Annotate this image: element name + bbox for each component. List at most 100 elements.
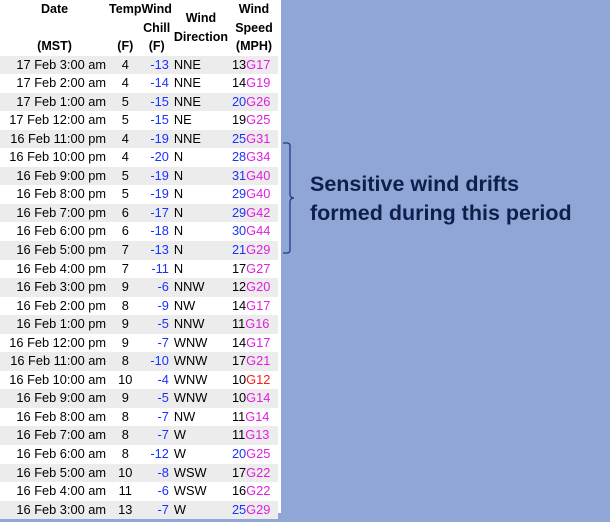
table-row: 17 Feb 3:00 am 4 -13 NNE 13G17 — [0, 55, 278, 75]
header-speed-line2: Speed — [235, 20, 273, 35]
wind-speed-value: 31 — [231, 167, 247, 183]
cell-wind-speed: 17G22 — [229, 463, 278, 483]
cell-date: 16 Feb 6:00 pm — [0, 222, 110, 241]
cell-wind-direction: N — [171, 148, 230, 167]
cell-wind-speed: 10G14 — [229, 389, 278, 408]
cell-wind-chill: -19 — [141, 166, 172, 186]
header-temp: Temp (F) — [109, 0, 141, 56]
cell-date: 16 Feb 5:00 pm — [0, 240, 110, 260]
wind-speed-value: 28 — [231, 149, 247, 165]
cell-wind-direction: N — [171, 166, 230, 186]
cell-wind-speed: 14G19 — [229, 74, 278, 93]
cell-temp: 5 — [109, 92, 142, 112]
cell-wind-direction: WNW — [171, 370, 230, 390]
cell-wind-direction: N — [171, 240, 230, 260]
cell-date: 16 Feb 11:00 am — [0, 352, 110, 371]
cell-wind-direction: WSW — [171, 482, 230, 501]
cell-temp: 8 — [109, 407, 142, 427]
cell-temp: 9 — [109, 278, 142, 297]
cell-wind-chill: -6 — [141, 278, 172, 297]
cell-date: 16 Feb 10:00 pm — [0, 148, 110, 167]
wind-gust-value: G27 — [246, 260, 271, 276]
wind-speed-value: 17 — [231, 260, 247, 276]
wind-gust-value: G26 — [246, 93, 271, 109]
table-row: 16 Feb 6:00 am 8 -12 W 20G25 — [0, 444, 278, 464]
cell-wind-chill: -6 — [141, 482, 172, 501]
cell-wind-direction: WNW — [171, 333, 230, 353]
wind-gust-value: G17 — [246, 334, 271, 350]
header-temp-line2 — [109, 19, 141, 38]
header-wind-direction: Wind Direction — [172, 0, 230, 56]
cell-date: 16 Feb 9:00 pm — [0, 166, 110, 186]
cell-date: 16 Feb 7:00 am — [0, 426, 110, 445]
wind-speed-value: 19 — [231, 112, 247, 128]
cell-wind-chill: -7 — [141, 407, 172, 427]
annotation-callout: Sensitive wind drifts formed during this… — [310, 170, 606, 228]
cell-wind-speed: 11G13 — [229, 426, 278, 445]
cell-date: 16 Feb 1:00 pm — [0, 315, 110, 334]
header-wind-chill: Wind Chill (F) — [141, 0, 171, 56]
cell-wind-speed: 29G42 — [229, 203, 278, 223]
annotation-line-2: formed during this period — [310, 201, 572, 225]
cell-wind-chill: -13 — [141, 240, 172, 260]
header-date-line2 — [0, 19, 109, 38]
header-chill-line1: Wind — [141, 2, 172, 16]
cell-wind-chill: -7 — [141, 500, 172, 520]
cell-date: 17 Feb 2:00 am — [0, 74, 110, 93]
cell-wind-speed: 13G17 — [229, 55, 278, 75]
cell-date: 16 Feb 5:00 am — [0, 463, 110, 483]
cell-wind-direction: NE — [171, 111, 230, 130]
wind-speed-value: 11 — [231, 316, 246, 332]
cell-wind-speed: 28G34 — [229, 148, 278, 167]
wind-speed-value: 17 — [231, 353, 247, 369]
cell-wind-speed: 14G17 — [229, 296, 278, 316]
wind-gust-value: G40 — [246, 186, 271, 202]
wind-speed-value: 13 — [231, 56, 247, 72]
cell-wind-speed: 29G40 — [229, 185, 278, 204]
cell-wind-direction: NNW — [171, 315, 230, 334]
cell-wind-speed: 25G31 — [229, 129, 278, 149]
cell-date: 16 Feb 10:00 am — [0, 370, 110, 390]
table-row: 16 Feb 4:00 pm 7 -11 N 17G27 — [0, 259, 278, 279]
table-row: 16 Feb 8:00 pm 5 -19 N 29G40 — [0, 185, 278, 204]
wind-speed-value: 12 — [231, 279, 247, 295]
cell-temp: 11 — [109, 482, 142, 501]
cell-wind-chill: -9 — [141, 296, 172, 316]
table-row: 17 Feb 1:00 am 5 -15 NNE 20G26 — [0, 92, 278, 112]
cell-wind-direction: NNE — [171, 129, 230, 149]
cell-wind-direction: W — [171, 444, 230, 464]
cell-wind-direction: WNW — [171, 352, 230, 371]
wind-gust-value: G34 — [246, 149, 271, 165]
wind-gust-value: G17 — [246, 297, 271, 313]
cell-wind-chill: -10 — [141, 352, 172, 371]
table-row: 16 Feb 9:00 pm 5 -19 N 31G40 — [0, 166, 278, 186]
wind-speed-value: 29 — [231, 186, 247, 202]
table-row: 16 Feb 3:00 am 13 -7 W 25G29 — [0, 500, 278, 520]
table-body: 17 Feb 3:00 am 4 -13 NNE 13G17 17 Feb 2:00 am… — [0, 55, 278, 520]
cell-wind-chill: -19 — [141, 129, 172, 149]
cell-wind-chill: -4 — [141, 370, 172, 390]
wind-gust-value: G13 — [245, 427, 270, 443]
cell-wind-direction: N — [171, 259, 230, 279]
header-date-line1: Date — [40, 2, 69, 16]
cell-wind-speed: 14G17 — [229, 333, 278, 353]
cell-temp: 5 — [109, 111, 142, 130]
cell-wind-direction: WSW — [171, 463, 230, 483]
cell-temp: 6 — [109, 203, 142, 223]
wind-speed-value: 14 — [231, 334, 247, 350]
wind-gust-value: G31 — [246, 130, 271, 146]
cell-wind-speed: 12G20 — [229, 278, 278, 297]
cell-wind-chill: -17 — [141, 203, 172, 223]
cell-wind-speed: 20G26 — [229, 92, 278, 112]
header-date-line3: (MST) — [37, 39, 72, 53]
header-temp-line3: (F) — [117, 39, 134, 53]
table-row: 16 Feb 4:00 am 11 -6 WSW 16G22 — [0, 482, 278, 501]
table-row: 16 Feb 5:00 am 10 -8 WSW 17G22 — [0, 463, 278, 483]
wind-gust-value: G22 — [246, 483, 271, 499]
cell-date: 16 Feb 3:00 am — [0, 500, 110, 520]
cell-wind-speed: 21G29 — [229, 240, 278, 260]
cell-date: 16 Feb 12:00 pm — [0, 333, 110, 353]
cell-wind-speed: 11G16 — [229, 315, 278, 334]
cell-wind-speed: 20G25 — [229, 444, 278, 464]
cell-wind-direction: WNW — [171, 389, 230, 408]
